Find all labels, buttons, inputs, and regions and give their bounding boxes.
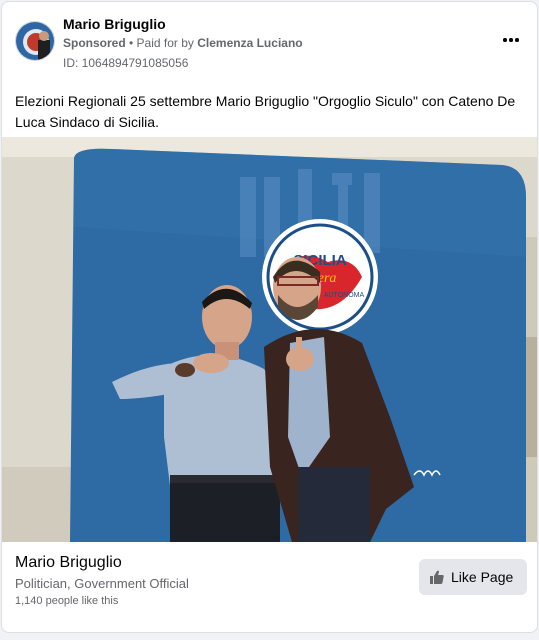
thumbs-up-icon xyxy=(430,570,444,584)
page-likes-count: 1,140 people like this xyxy=(15,595,119,607)
like-page-label: Like Page xyxy=(451,569,514,585)
sponsored-line: Sponsored • Paid for by Clemenza Luciano xyxy=(63,36,303,50)
sponsored-label[interactable]: Sponsored xyxy=(63,36,126,50)
more-options-icon[interactable] xyxy=(501,32,521,48)
ad-id: ID: 1064894791085056 xyxy=(63,56,189,70)
svg-text:AUTONOMA: AUTONOMA xyxy=(324,292,365,299)
post-photo[interactable]: SICILIA vera AUTONOMA xyxy=(2,137,537,542)
post-text: Elezioni Regionali 25 settembre Mario Br… xyxy=(15,93,516,130)
ad-card: Mario Briguglio Sponsored • Paid for by … xyxy=(1,1,538,633)
footer-page-name[interactable]: Mario Briguglio xyxy=(15,554,122,572)
like-page-button[interactable]: Like Page xyxy=(419,559,527,595)
paid-for-by-link[interactable]: Clemenza Luciano xyxy=(197,36,302,50)
paid-for-prefix: • Paid for by xyxy=(125,36,198,50)
page-avatar[interactable] xyxy=(15,21,55,61)
page-category: Politician, Government Official xyxy=(15,576,189,591)
page-name-link[interactable]: Mario Briguglio xyxy=(63,16,166,32)
